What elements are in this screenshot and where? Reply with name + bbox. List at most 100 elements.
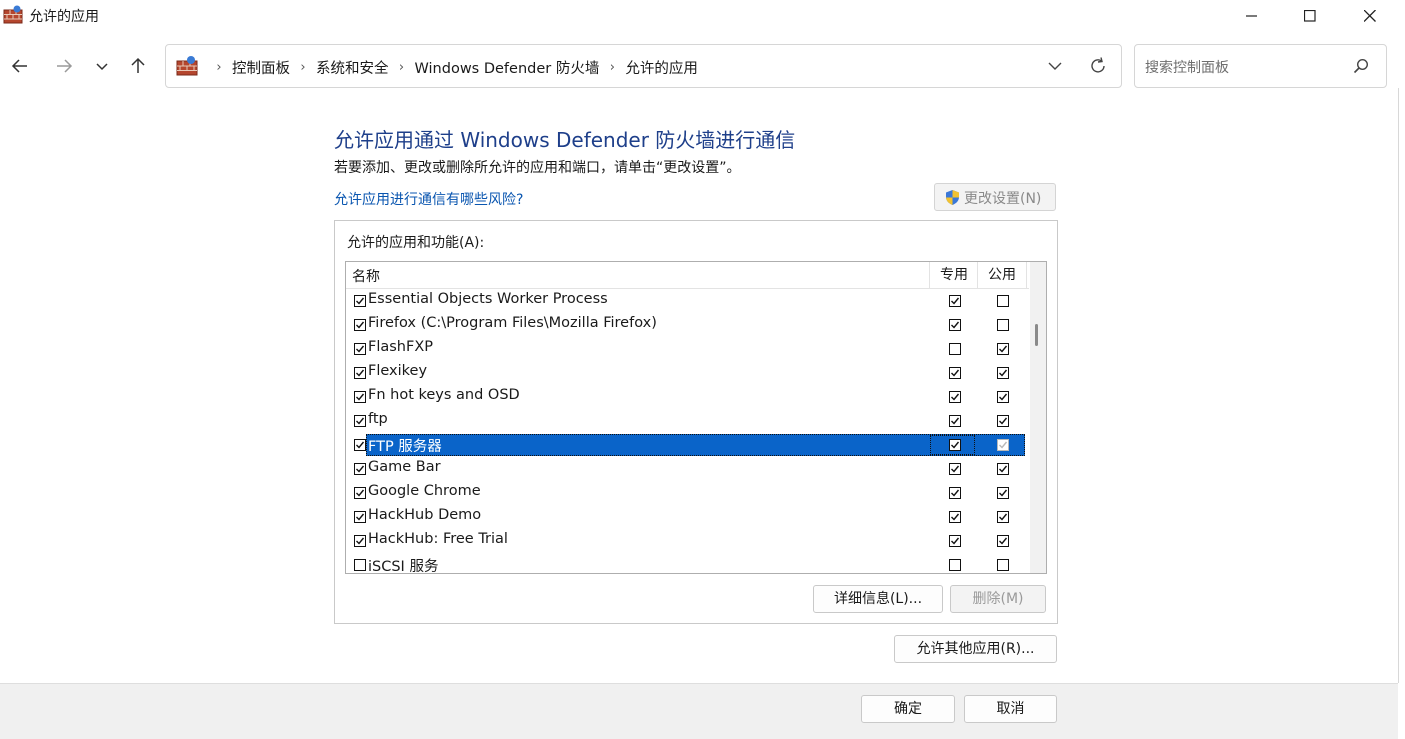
list-row[interactable]: iSCSI 服务 <box>346 553 1029 573</box>
risk-link[interactable]: 允许应用进行通信有哪些风险? <box>334 189 523 209</box>
app-name: Firefox (C:\Program Files\Mozilla Firefo… <box>368 315 657 331</box>
search-box[interactable]: 搜索控制面板 <box>1134 44 1387 88</box>
public-checkbox[interactable] <box>997 319 1009 331</box>
breadcrumb-firewall[interactable]: Windows Defender 防火墙 <box>415 57 600 78</box>
enabled-checkbox[interactable] <box>354 367 366 379</box>
allowed-apps-list[interactable]: 名称 专用 公用 Essential Objects Worker Proces… <box>345 261 1047 574</box>
column-private-header[interactable]: 专用 <box>929 262 978 288</box>
enabled-checkbox[interactable] <box>354 439 366 451</box>
enabled-checkbox[interactable] <box>354 487 366 499</box>
chevron-right-icon: › <box>609 60 615 75</box>
enabled-checkbox[interactable] <box>354 559 366 571</box>
enabled-checkbox[interactable] <box>354 391 366 403</box>
breadcrumb-system-security[interactable]: 系统和安全 <box>316 57 389 78</box>
address-dropdown-icon[interactable] <box>1046 57 1064 75</box>
list-row[interactable]: Flexikey <box>346 361 1029 385</box>
list-row[interactable]: Google Chrome <box>346 481 1029 505</box>
back-button[interactable] <box>6 52 34 80</box>
change-settings-button[interactable]: 更改设置(N) <box>934 183 1056 211</box>
private-checkbox[interactable] <box>949 415 961 427</box>
chevron-right-icon: › <box>216 60 222 75</box>
app-name: FlashFXP <box>368 339 434 355</box>
allow-other-app-button[interactable]: 允许其他应用(R)... <box>894 635 1057 663</box>
app-name: Essential Objects Worker Process <box>368 291 608 307</box>
up-button[interactable] <box>124 52 152 80</box>
vertical-scrollbar[interactable] <box>1030 262 1046 573</box>
recent-locations-button[interactable] <box>88 52 116 80</box>
list-row[interactable]: Fn hot keys and OSD <box>346 385 1029 409</box>
breadcrumb-allowed-apps[interactable]: 允许的应用 <box>625 57 698 78</box>
private-checkbox[interactable] <box>949 559 961 571</box>
selection-highlight <box>366 434 1025 456</box>
list-row[interactable]: Game Bar <box>346 457 1029 481</box>
public-checkbox[interactable] <box>997 463 1009 475</box>
column-name-header[interactable]: 名称 <box>352 266 380 286</box>
remove-button[interactable]: 删除(M) <box>950 585 1046 613</box>
arrow-up-icon <box>131 57 145 73</box>
minimize-icon <box>1246 15 1257 17</box>
column-public-header[interactable]: 公用 <box>977 262 1027 288</box>
public-checkbox[interactable] <box>997 343 1009 355</box>
app-name: Game Bar <box>368 459 441 475</box>
private-checkbox[interactable] <box>949 511 961 523</box>
refresh-icon[interactable] <box>1088 56 1108 76</box>
enabled-checkbox[interactable] <box>354 535 366 547</box>
enabled-checkbox[interactable] <box>354 463 366 475</box>
change-settings-label: 更改设置(N) <box>964 191 1042 207</box>
maximize-icon <box>1304 10 1316 22</box>
enabled-checkbox[interactable] <box>354 415 366 427</box>
app-name: HackHub Demo <box>368 507 482 523</box>
private-checkbox[interactable] <box>949 439 961 451</box>
search-icon[interactable] <box>1353 58 1369 74</box>
minimize-button[interactable] <box>1222 0 1282 32</box>
private-checkbox[interactable] <box>949 535 961 547</box>
public-checkbox[interactable] <box>997 439 1009 451</box>
private-checkbox[interactable] <box>949 463 961 475</box>
public-checkbox[interactable] <box>997 535 1009 547</box>
allowed-apps-label: 允许的应用和功能(A): <box>347 235 485 251</box>
forward-button[interactable] <box>50 52 78 80</box>
app-name: HackHub: Free Trial <box>368 531 508 547</box>
public-checkbox[interactable] <box>997 367 1009 379</box>
enabled-checkbox[interactable] <box>354 343 366 355</box>
private-checkbox[interactable] <box>949 295 961 307</box>
private-checkbox[interactable] <box>949 487 961 499</box>
list-row[interactable]: FTP 服务器 <box>346 433 1029 457</box>
list-row[interactable]: HackHub: Free Trial <box>346 529 1029 553</box>
search-input[interactable]: 搜索控制面板 <box>1145 57 1229 77</box>
close-button[interactable] <box>1340 0 1400 32</box>
app-name: ftp <box>368 411 388 427</box>
list-row[interactable]: Firefox (C:\Program Files\Mozilla Firefo… <box>346 313 1029 337</box>
public-checkbox[interactable] <box>997 487 1009 499</box>
ok-button[interactable]: 确定 <box>861 695 955 723</box>
list-row[interactable]: Essential Objects Worker Process <box>346 289 1029 313</box>
list-row[interactable]: ftp <box>346 409 1029 433</box>
close-icon <box>1364 10 1376 22</box>
private-checkbox[interactable] <box>949 343 961 355</box>
public-checkbox[interactable] <box>997 559 1009 571</box>
window-border <box>1398 88 1399 683</box>
maximize-button[interactable] <box>1280 0 1340 32</box>
arrow-left-icon <box>11 59 27 73</box>
enabled-checkbox[interactable] <box>354 511 366 523</box>
list-row[interactable]: FlashFXP <box>346 337 1029 361</box>
scrollbar-thumb[interactable] <box>1035 324 1038 346</box>
page-title: 允许应用通过 Windows Defender 防火墙进行通信 <box>334 128 796 152</box>
private-checkbox[interactable] <box>949 391 961 403</box>
address-bar[interactable]: › 控制面板 › 系统和安全 › Windows Defender 防火墙 › … <box>165 44 1122 88</box>
app-name: Fn hot keys and OSD <box>368 387 520 403</box>
public-checkbox[interactable] <box>997 391 1009 403</box>
private-checkbox[interactable] <box>949 367 961 379</box>
cancel-button[interactable]: 取消 <box>964 695 1057 723</box>
public-checkbox[interactable] <box>997 295 1009 307</box>
private-checkbox[interactable] <box>949 319 961 331</box>
enabled-checkbox[interactable] <box>354 319 366 331</box>
chevron-down-icon <box>96 63 108 71</box>
details-button[interactable]: 详细信息(L)... <box>813 585 943 613</box>
public-checkbox[interactable] <box>997 511 1009 523</box>
title-bar: 允许的应用 <box>0 0 1405 32</box>
list-row[interactable]: HackHub Demo <box>346 505 1029 529</box>
enabled-checkbox[interactable] <box>354 295 366 307</box>
public-checkbox[interactable] <box>997 415 1009 427</box>
breadcrumb-control-panel[interactable]: 控制面板 <box>232 57 290 78</box>
